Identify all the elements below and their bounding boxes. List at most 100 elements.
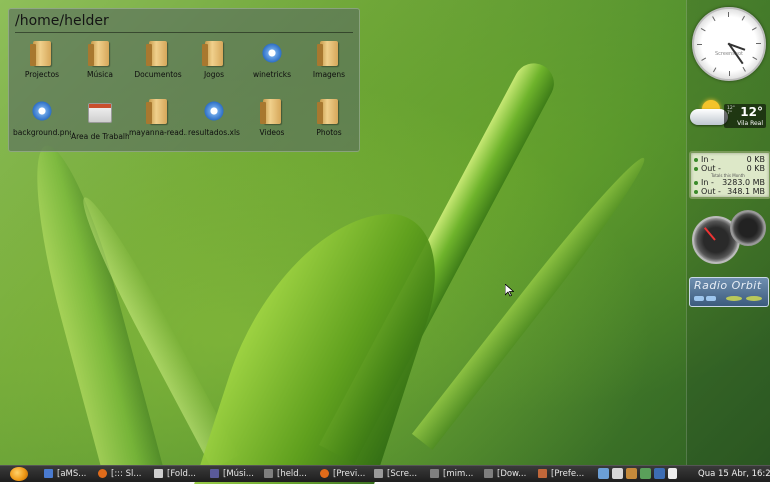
opensuse-gecko-icon [10,467,28,481]
task-button-preferences[interactable]: [Prefe... [538,467,594,481]
network-label: Out - [701,187,721,196]
item-label: Música [87,70,113,79]
radio-station-button[interactable] [746,296,762,301]
taskbar: [aMS... [::: Sl... [Fold... [Músi... [he… [0,465,770,482]
desktop-item-area-de-trabalho[interactable]: Área de Trabalho [71,99,129,141]
folder-icon [29,41,55,67]
folder-icon [201,41,227,67]
folder-view-widget[interactable]: /home/helder Projectos Música Documentos… [8,8,360,152]
weather-info: 12° 7° 12° Vila Real [724,104,766,128]
folder-icon [87,41,113,67]
item-label: Documentos [134,70,182,79]
desktop-item-projectos[interactable]: Projectos [13,41,71,79]
item-label: winetricks [252,70,292,79]
task-label: [Fold... [167,469,196,479]
task-button-downloads[interactable]: [Dow... [484,467,536,481]
grass-blade [411,150,655,450]
tray-user-icon[interactable] [626,468,637,479]
task-label: [mim... [443,469,474,479]
network-value: 3283.0 MB [722,178,765,187]
status-dot-icon [694,157,698,162]
task-button-preview[interactable]: [Previ... [320,467,374,481]
weather-location: Vila Real [737,120,763,127]
task-button-helder[interactable]: [held... [264,467,318,481]
desktop-item-documentos[interactable]: Documentos [129,41,187,79]
clock-label: Screenshot [715,51,743,57]
folder-path: /home/helder [15,13,109,29]
network-value: 348.1 MB [727,187,765,196]
executable-gear-icon [259,41,285,67]
desktop-item-resultados[interactable]: resultados.xls [185,99,243,137]
tray-update-icon[interactable] [640,468,651,479]
task-button-firefox[interactable]: [::: Sl... [98,467,152,481]
item-label: mayanna-read... [129,128,187,137]
tray-mail-icon[interactable] [612,468,623,479]
firefox-icon [98,469,107,478]
task-button-screenshot[interactable]: [Scre... [374,467,428,481]
desktop-item-mayanna[interactable]: mayanna-read... [129,99,187,137]
weather-low: 7° [727,111,733,116]
item-label: background.png [13,128,71,137]
network-monitor-widget[interactable]: In - 0 KB Out - 0 KB Totals this Month I… [689,151,770,199]
network-row: Out - 0 KB [694,164,767,173]
task-label: [Scre... [387,469,418,479]
task-label: [Prefe... [551,469,585,479]
item-label: Projectos [24,70,60,79]
network-row: In - 0 KB [694,155,767,164]
network-value: 0 KB [746,155,765,164]
radio-stop-button[interactable] [706,296,716,301]
status-dot-icon [694,166,698,171]
small-gauge-icon [730,210,766,246]
radio-station-button[interactable] [726,296,742,301]
radio-orbit-widget[interactable]: Radio Orbit [689,277,769,307]
desktop-item-musica[interactable]: Música [71,41,129,79]
kickoff-menu-button[interactable] [8,466,30,482]
analog-clock-widget[interactable]: Screenshot [692,7,766,81]
radio-play-button[interactable] [694,296,704,301]
desktop-item-videos[interactable]: Videos [243,99,301,137]
tray-bluetooth-icon[interactable] [654,468,665,479]
task-label: [Previ... [333,469,366,479]
clock-tick [756,43,761,44]
grass-blade [194,214,462,484]
item-label: resultados.xls [188,128,240,137]
system-monitor-gauge-widget[interactable] [692,210,766,264]
screenshot-icon [374,469,383,478]
network-label: In - [701,155,714,164]
status-dot-icon [694,180,698,185]
status-dot-icon [694,189,698,194]
tray-volume-icon[interactable] [668,468,677,479]
music-player-icon [210,469,219,478]
item-label: Photos [316,128,342,137]
file-manager-icon [264,469,273,478]
desktop-item-photos[interactable]: Photos [300,99,358,137]
folder-icon [145,99,171,125]
task-label: [held... [277,469,307,479]
divider [15,32,353,33]
tray-network-icon[interactable] [598,468,609,479]
preferences-icon [538,469,547,478]
network-label: Out - [701,164,721,173]
spreadsheet-gear-icon [201,99,227,125]
task-button-music[interactable]: [Músi... [210,467,264,481]
clock-tick [728,12,729,17]
radio-title: Radio Orbit [694,279,762,292]
desktop-item-winetricks[interactable]: winetricks [243,41,301,79]
firefox-icon [320,469,329,478]
task-label: [Músi... [223,469,254,479]
weather-widget[interactable]: 12° 7° 12° Vila Real [688,96,768,130]
task-button-amsn[interactable]: [aMS... [44,467,96,481]
task-button-folder[interactable]: [Fold... [154,467,208,481]
item-label: Área de Trabalho [71,132,129,141]
desktop-item-background[interactable]: background.png [13,99,71,137]
desktop-item-imagens[interactable]: Imagens [300,41,358,79]
clock-tick [742,66,746,72]
folder-icon [145,41,171,67]
folder-icon [316,99,342,125]
desktop-item-jogos[interactable]: Jogos [185,41,243,79]
clock-tick [700,28,706,32]
taskbar-clock[interactable]: Qua 15 Abr, 16:21 [698,467,770,481]
task-button-mim[interactable]: [mim... [430,467,482,481]
task-label: [aMS... [57,469,87,479]
image-file-gear-icon [29,99,55,125]
